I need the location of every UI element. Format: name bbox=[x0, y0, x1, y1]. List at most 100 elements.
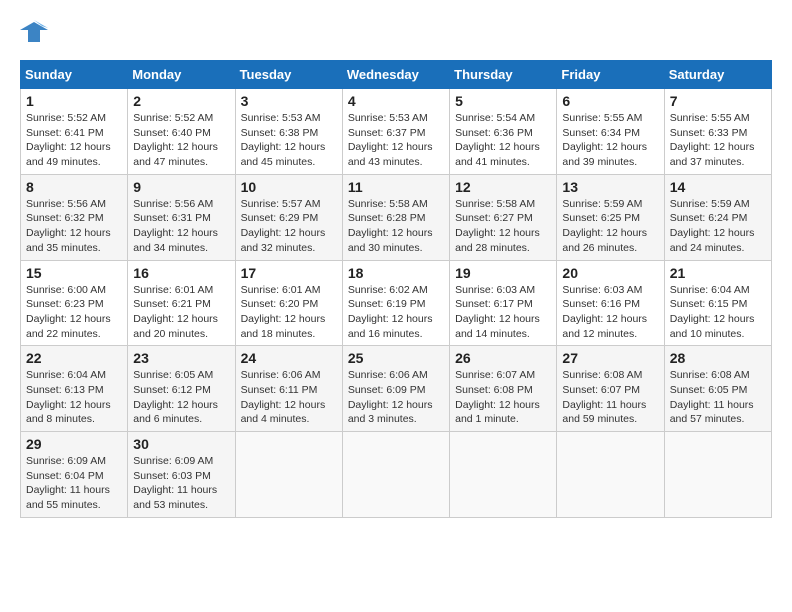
day-info: Sunrise: 5:59 AM Sunset: 6:24 PM Dayligh… bbox=[670, 197, 766, 256]
day-number: 17 bbox=[241, 265, 337, 281]
day-number: 16 bbox=[133, 265, 229, 281]
day-number: 9 bbox=[133, 179, 229, 195]
day-cell-18: 18 Sunrise: 6:02 AM Sunset: 6:19 PM Dayl… bbox=[342, 260, 449, 346]
day-number: 4 bbox=[348, 93, 444, 109]
col-header-wednesday: Wednesday bbox=[342, 61, 449, 89]
empty-cell bbox=[557, 432, 664, 518]
day-number: 14 bbox=[670, 179, 766, 195]
day-cell-19: 19 Sunrise: 6:03 AM Sunset: 6:17 PM Dayl… bbox=[450, 260, 557, 346]
day-info: Sunrise: 6:01 AM Sunset: 6:20 PM Dayligh… bbox=[241, 283, 337, 342]
day-number: 24 bbox=[241, 350, 337, 366]
day-info: Sunrise: 5:57 AM Sunset: 6:29 PM Dayligh… bbox=[241, 197, 337, 256]
day-cell-17: 17 Sunrise: 6:01 AM Sunset: 6:20 PM Dayl… bbox=[235, 260, 342, 346]
day-number: 15 bbox=[26, 265, 122, 281]
day-cell-7: 7 Sunrise: 5:55 AM Sunset: 6:33 PM Dayli… bbox=[664, 89, 771, 175]
day-info: Sunrise: 6:05 AM Sunset: 6:12 PM Dayligh… bbox=[133, 368, 229, 427]
day-info: Sunrise: 6:03 AM Sunset: 6:17 PM Dayligh… bbox=[455, 283, 551, 342]
day-cell-8: 8 Sunrise: 5:56 AM Sunset: 6:32 PM Dayli… bbox=[21, 174, 128, 260]
day-info: Sunrise: 5:53 AM Sunset: 6:37 PM Dayligh… bbox=[348, 111, 444, 170]
day-number: 19 bbox=[455, 265, 551, 281]
day-cell-16: 16 Sunrise: 6:01 AM Sunset: 6:21 PM Dayl… bbox=[128, 260, 235, 346]
day-number: 5 bbox=[455, 93, 551, 109]
day-info: Sunrise: 5:52 AM Sunset: 6:41 PM Dayligh… bbox=[26, 111, 122, 170]
day-number: 25 bbox=[348, 350, 444, 366]
day-number: 21 bbox=[670, 265, 766, 281]
day-cell-12: 12 Sunrise: 5:58 AM Sunset: 6:27 PM Dayl… bbox=[450, 174, 557, 260]
day-number: 18 bbox=[348, 265, 444, 281]
day-info: Sunrise: 6:06 AM Sunset: 6:09 PM Dayligh… bbox=[348, 368, 444, 427]
day-cell-14: 14 Sunrise: 5:59 AM Sunset: 6:24 PM Dayl… bbox=[664, 174, 771, 260]
col-header-monday: Monday bbox=[128, 61, 235, 89]
day-cell-20: 20 Sunrise: 6:03 AM Sunset: 6:16 PM Dayl… bbox=[557, 260, 664, 346]
day-number: 13 bbox=[562, 179, 658, 195]
day-number: 29 bbox=[26, 436, 122, 452]
day-cell-10: 10 Sunrise: 5:57 AM Sunset: 6:29 PM Dayl… bbox=[235, 174, 342, 260]
day-number: 11 bbox=[348, 179, 444, 195]
calendar: SundayMondayTuesdayWednesdayThursdayFrid… bbox=[20, 60, 772, 518]
day-info: Sunrise: 5:54 AM Sunset: 6:36 PM Dayligh… bbox=[455, 111, 551, 170]
day-info: Sunrise: 6:09 AM Sunset: 6:04 PM Dayligh… bbox=[26, 454, 122, 513]
day-cell-2: 2 Sunrise: 5:52 AM Sunset: 6:40 PM Dayli… bbox=[128, 89, 235, 175]
day-cell-26: 26 Sunrise: 6:07 AM Sunset: 6:08 PM Dayl… bbox=[450, 346, 557, 432]
day-cell-6: 6 Sunrise: 5:55 AM Sunset: 6:34 PM Dayli… bbox=[557, 89, 664, 175]
day-number: 12 bbox=[455, 179, 551, 195]
day-cell-29: 29 Sunrise: 6:09 AM Sunset: 6:04 PM Dayl… bbox=[21, 432, 128, 518]
day-number: 27 bbox=[562, 350, 658, 366]
day-cell-11: 11 Sunrise: 5:58 AM Sunset: 6:28 PM Dayl… bbox=[342, 174, 449, 260]
day-cell-28: 28 Sunrise: 6:08 AM Sunset: 6:05 PM Dayl… bbox=[664, 346, 771, 432]
empty-cell bbox=[342, 432, 449, 518]
day-number: 10 bbox=[241, 179, 337, 195]
day-number: 23 bbox=[133, 350, 229, 366]
day-cell-21: 21 Sunrise: 6:04 AM Sunset: 6:15 PM Dayl… bbox=[664, 260, 771, 346]
day-info: Sunrise: 5:55 AM Sunset: 6:34 PM Dayligh… bbox=[562, 111, 658, 170]
day-info: Sunrise: 5:58 AM Sunset: 6:27 PM Dayligh… bbox=[455, 197, 551, 256]
day-number: 7 bbox=[670, 93, 766, 109]
day-info: Sunrise: 6:00 AM Sunset: 6:23 PM Dayligh… bbox=[26, 283, 122, 342]
col-header-tuesday: Tuesday bbox=[235, 61, 342, 89]
day-info: Sunrise: 5:53 AM Sunset: 6:38 PM Dayligh… bbox=[241, 111, 337, 170]
day-cell-30: 30 Sunrise: 6:09 AM Sunset: 6:03 PM Dayl… bbox=[128, 432, 235, 518]
day-info: Sunrise: 5:56 AM Sunset: 6:32 PM Dayligh… bbox=[26, 197, 122, 256]
day-info: Sunrise: 6:06 AM Sunset: 6:11 PM Dayligh… bbox=[241, 368, 337, 427]
col-header-saturday: Saturday bbox=[664, 61, 771, 89]
empty-cell bbox=[450, 432, 557, 518]
day-info: Sunrise: 6:04 AM Sunset: 6:15 PM Dayligh… bbox=[670, 283, 766, 342]
day-info: Sunrise: 6:04 AM Sunset: 6:13 PM Dayligh… bbox=[26, 368, 122, 427]
day-number: 2 bbox=[133, 93, 229, 109]
day-cell-25: 25 Sunrise: 6:06 AM Sunset: 6:09 PM Dayl… bbox=[342, 346, 449, 432]
day-number: 1 bbox=[26, 93, 122, 109]
day-info: Sunrise: 6:08 AM Sunset: 6:07 PM Dayligh… bbox=[562, 368, 658, 427]
day-info: Sunrise: 6:08 AM Sunset: 6:05 PM Dayligh… bbox=[670, 368, 766, 427]
day-cell-5: 5 Sunrise: 5:54 AM Sunset: 6:36 PM Dayli… bbox=[450, 89, 557, 175]
empty-cell bbox=[235, 432, 342, 518]
day-info: Sunrise: 5:58 AM Sunset: 6:28 PM Dayligh… bbox=[348, 197, 444, 256]
day-number: 3 bbox=[241, 93, 337, 109]
day-cell-3: 3 Sunrise: 5:53 AM Sunset: 6:38 PM Dayli… bbox=[235, 89, 342, 175]
day-info: Sunrise: 6:03 AM Sunset: 6:16 PM Dayligh… bbox=[562, 283, 658, 342]
col-header-friday: Friday bbox=[557, 61, 664, 89]
day-cell-4: 4 Sunrise: 5:53 AM Sunset: 6:37 PM Dayli… bbox=[342, 89, 449, 175]
day-cell-22: 22 Sunrise: 6:04 AM Sunset: 6:13 PM Dayl… bbox=[21, 346, 128, 432]
day-cell-1: 1 Sunrise: 5:52 AM Sunset: 6:41 PM Dayli… bbox=[21, 89, 128, 175]
day-info: Sunrise: 6:01 AM Sunset: 6:21 PM Dayligh… bbox=[133, 283, 229, 342]
day-cell-13: 13 Sunrise: 5:59 AM Sunset: 6:25 PM Dayl… bbox=[557, 174, 664, 260]
day-number: 20 bbox=[562, 265, 658, 281]
day-number: 26 bbox=[455, 350, 551, 366]
logo bbox=[20, 20, 52, 44]
empty-cell bbox=[664, 432, 771, 518]
day-number: 8 bbox=[26, 179, 122, 195]
col-header-sunday: Sunday bbox=[21, 61, 128, 89]
day-cell-9: 9 Sunrise: 5:56 AM Sunset: 6:31 PM Dayli… bbox=[128, 174, 235, 260]
logo-bird-icon bbox=[20, 20, 48, 44]
col-header-thursday: Thursday bbox=[450, 61, 557, 89]
day-number: 6 bbox=[562, 93, 658, 109]
day-info: Sunrise: 6:02 AM Sunset: 6:19 PM Dayligh… bbox=[348, 283, 444, 342]
day-info: Sunrise: 6:07 AM Sunset: 6:08 PM Dayligh… bbox=[455, 368, 551, 427]
day-cell-27: 27 Sunrise: 6:08 AM Sunset: 6:07 PM Dayl… bbox=[557, 346, 664, 432]
day-cell-24: 24 Sunrise: 6:06 AM Sunset: 6:11 PM Dayl… bbox=[235, 346, 342, 432]
day-info: Sunrise: 5:52 AM Sunset: 6:40 PM Dayligh… bbox=[133, 111, 229, 170]
header bbox=[20, 20, 772, 44]
day-cell-23: 23 Sunrise: 6:05 AM Sunset: 6:12 PM Dayl… bbox=[128, 346, 235, 432]
day-info: Sunrise: 5:56 AM Sunset: 6:31 PM Dayligh… bbox=[133, 197, 229, 256]
day-info: Sunrise: 6:09 AM Sunset: 6:03 PM Dayligh… bbox=[133, 454, 229, 513]
